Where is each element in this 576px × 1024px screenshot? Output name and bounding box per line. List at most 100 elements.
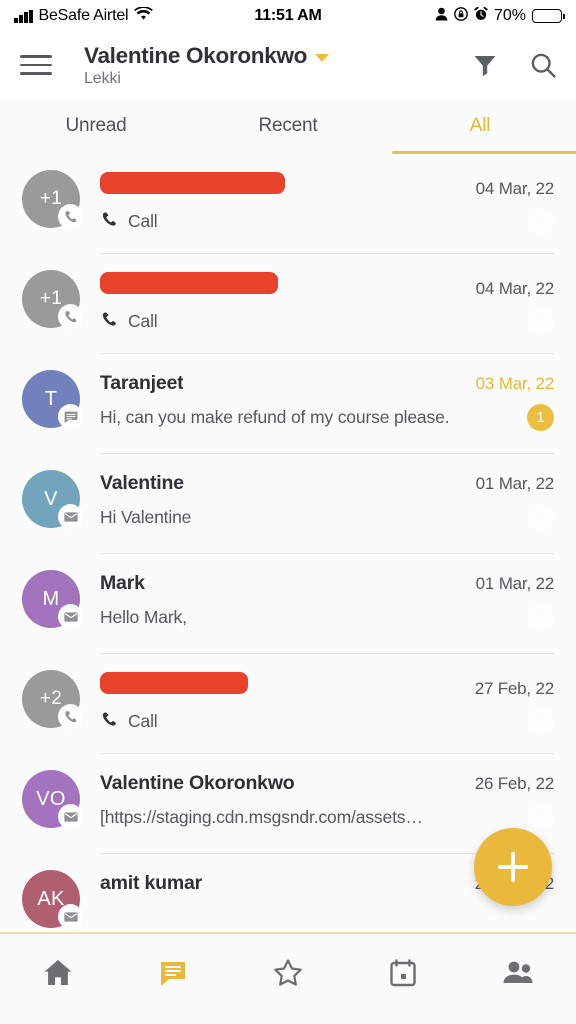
conversation-preview-text: Hello Mark,: [100, 607, 187, 627]
conversation-date: 01 Mar, 22: [475, 474, 555, 493]
conversation-row[interactable]: T Taranjeet 03 Mar, 22 Hi, can you make ref…: [0, 354, 576, 454]
nav-item-calendar[interactable]: [346, 950, 461, 996]
signal-bars-icon: [14, 9, 33, 23]
app-header: Valentine Okoronkwo Lekki: [0, 32, 576, 98]
conversation-header-row: 04 Mar, 22: [100, 172, 554, 199]
phone-icon: [58, 704, 83, 729]
rotation-lock-icon: [454, 6, 468, 26]
conversation-date: 26 Feb, 22: [474, 774, 554, 793]
nav-item-favorites[interactable]: [230, 950, 345, 996]
avatar[interactable]: +1: [22, 170, 83, 229]
conversation-date: 04 Mar, 22: [475, 279, 555, 298]
hamburger-menu-icon[interactable]: [20, 46, 58, 84]
status-bar: BeSafe Airtel 11:51 AM 70%: [0, 0, 576, 32]
conversation-date: 04 Mar, 22: [475, 179, 555, 198]
conversation-preview-row: Hello Mark, 0: [100, 604, 554, 631]
app-screen: BeSafe Airtel 11:51 AM 70% Valentine Oko…: [0, 0, 576, 1024]
conversation-preview: Call: [100, 210, 158, 234]
alarm-clock-icon: [474, 6, 488, 26]
phone-icon: [58, 204, 83, 229]
clock-label: 11:51 AM: [254, 7, 322, 24]
tab-unread[interactable]: Unread: [0, 98, 192, 154]
avatar[interactable]: VO: [22, 770, 83, 829]
conversation-row[interactable]: M Mark 01 Mar, 22 Hello Mark, 0: [0, 554, 576, 654]
status-bar-center: 11:51 AM: [254, 7, 321, 25]
conversation-date: 03 Mar, 22: [475, 374, 555, 393]
avatar[interactable]: M: [22, 570, 83, 629]
conversation-row[interactable]: +2 27 Feb, 22 Call 0: [0, 654, 576, 754]
battery-percent-label: 70%: [493, 7, 526, 24]
conversation-name: Valentine: [100, 472, 184, 494]
conversation-preview-row: Hi, can you make refund of my course ple…: [100, 404, 554, 431]
redaction-bar: [100, 272, 278, 294]
conversation-list[interactable]: +1 04 Mar, 22 Call 0 +1 04 Mar, 22 Call 0 T Taran…: [0, 154, 576, 932]
conversation-preview-text: Call: [128, 211, 158, 231]
conversation-preview-text: [https://staging.cdn.msgsndr.com/assets…: [100, 807, 423, 827]
unread-count-badge: 0: [527, 308, 554, 335]
envelope-icon: [58, 904, 83, 929]
nav-item-contacts[interactable]: [461, 950, 576, 996]
conversation-row[interactable]: +1 04 Mar, 22 Call 0: [0, 254, 576, 354]
conversation-content: 27 Feb, 22 Call 0: [100, 670, 554, 735]
conversation-name: amit kumar: [100, 872, 203, 894]
conversation-preview: Hi, can you make refund of my course ple…: [100, 407, 449, 428]
wifi-icon: [134, 6, 154, 26]
carrier-label: BeSafe Airtel: [38, 7, 129, 24]
conversation-date: 01 Mar, 22: [475, 574, 555, 593]
conversation-preview-row: Call 0: [100, 708, 554, 735]
conversation-header-row: 27 Feb, 22: [100, 672, 554, 699]
conversation-row[interactable]: +1 04 Mar, 22 Call 0: [0, 154, 576, 254]
conversation-preview-row: Call 0: [100, 208, 554, 235]
search-icon[interactable]: [529, 51, 558, 80]
nav-item-home[interactable]: [0, 950, 115, 996]
header-title-row[interactable]: Valentine Okoronkwo: [84, 43, 471, 69]
conversation-date: 27 Feb, 22: [474, 679, 554, 698]
avatar[interactable]: +2: [22, 670, 83, 729]
header-title-block: Valentine Okoronkwo Lekki: [84, 43, 471, 88]
tab-recent[interactable]: Recent: [192, 98, 384, 154]
conversation-preview: Call: [100, 310, 158, 334]
phone-icon: [58, 304, 83, 329]
conversation-name: Valentine Okoronkwo: [100, 772, 295, 794]
conversation-header-row: Taranjeet 03 Mar, 22: [100, 372, 554, 395]
conversation-content: Valentine 01 Mar, 22 Hi Valentine 0: [100, 470, 554, 531]
header-subtitle: Lekki: [84, 69, 121, 87]
conversation-preview-row: Hi Valentine 0: [100, 504, 554, 531]
avatar[interactable]: +1: [22, 270, 83, 329]
conversation-header-row: 04 Mar, 22: [100, 272, 554, 299]
redaction-bar: [100, 672, 248, 694]
phone-icon: [100, 210, 119, 234]
unread-count-badge: 0: [527, 708, 554, 735]
conversation-header-row: Valentine Okoronkwo 26 Feb, 22: [100, 772, 554, 795]
phone-icon: [100, 310, 119, 334]
conversation-preview-text: Hi Valentine: [100, 507, 192, 527]
nav-item-conversations[interactable]: [115, 950, 230, 996]
conversation-name: Taranjeet: [100, 372, 184, 394]
tab-bar: Unread Recent All: [0, 98, 576, 154]
new-conversation-fab[interactable]: [474, 828, 552, 906]
conversation-preview-row: [https://staging.cdn.msgsndr.com/assets……: [100, 804, 554, 831]
chat-bubble-icon: [58, 404, 83, 429]
filter-funnel-icon[interactable]: [471, 51, 499, 79]
envelope-icon: [58, 504, 83, 529]
avatar[interactable]: T: [22, 370, 83, 429]
status-bar-right: 70%: [322, 6, 565, 26]
chevron-down-icon[interactable]: [315, 53, 330, 62]
phone-icon: [100, 710, 119, 734]
envelope-icon: [58, 804, 83, 829]
tab-all[interactable]: All: [384, 98, 576, 154]
status-bar-left: BeSafe Airtel: [14, 6, 254, 26]
conversation-header-row: Valentine 01 Mar, 22: [100, 472, 554, 495]
conversation-content: Valentine Okoronkwo 26 Feb, 22 [https://st…: [100, 770, 554, 831]
avatar[interactable]: V: [22, 470, 83, 529]
envelope-icon: [58, 604, 83, 629]
unread-count-badge: 0: [527, 208, 554, 235]
avatar[interactable]: AK: [22, 870, 83, 929]
conversation-preview-text: Call: [128, 311, 158, 331]
conversation-row[interactable]: V Valentine 01 Mar, 22 Hi Valentine 0: [0, 454, 576, 554]
conversation-preview-text: Hi, can you make refund of my course ple…: [100, 407, 450, 427]
conversation-preview: Hi Valentine: [100, 507, 191, 528]
battery-icon: [532, 9, 565, 23]
conversation-content: Mark 01 Mar, 22 Hello Mark, 0: [100, 570, 554, 631]
conversation-name: Mark: [100, 572, 145, 594]
